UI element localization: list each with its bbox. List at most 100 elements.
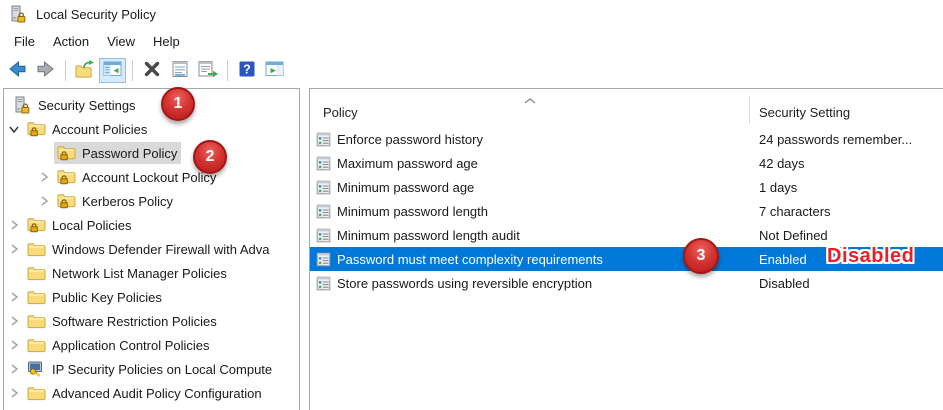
tree-item[interactable]: Security Settings <box>4 93 299 117</box>
list-rows: Enforce password history24 passwords rem… <box>310 127 943 295</box>
chevron-collapsed-icon[interactable] <box>8 339 20 351</box>
security-settings-icon <box>12 96 32 115</box>
policy-setting: Not Defined <box>749 228 828 243</box>
folder-icon <box>26 338 46 353</box>
policy-icon <box>316 252 331 267</box>
chevron-collapsed-icon[interactable] <box>8 291 20 303</box>
table-row[interactable]: Enforce password history24 passwords rem… <box>310 127 943 151</box>
policy-icon <box>316 132 331 147</box>
toolbar-separator <box>65 60 66 81</box>
folder-lock-icon <box>56 193 76 209</box>
action-pane-icon <box>264 59 285 81</box>
tree-item[interactable]: Local Policies <box>4 213 299 237</box>
tree-item[interactable]: Windows Defender Firewall with Adva <box>4 237 299 261</box>
policy-icon <box>316 156 331 171</box>
chevron-collapsed-icon[interactable] <box>8 315 20 327</box>
column-divider[interactable] <box>749 96 750 124</box>
export-list-button[interactable] <box>194 58 221 83</box>
export-button[interactable] <box>71 58 98 83</box>
tree-item-label: Local Policies <box>52 218 132 233</box>
menu-action[interactable]: Action <box>44 31 98 52</box>
tree-item[interactable]: Kerberos Policy <box>4 189 299 213</box>
policy-icon <box>316 276 331 291</box>
svg-text:?: ? <box>243 62 251 76</box>
app-icon <box>8 5 28 24</box>
console-tree-pane: Security Settings Account Policies Passwor… <box>3 88 300 410</box>
policy-name: Minimum password age <box>337 180 474 195</box>
annotation-overlay-text: Disabled <box>827 245 914 268</box>
folder-lock-icon <box>26 121 46 137</box>
show-action-pane-button[interactable] <box>261 58 288 83</box>
ipsec-icon <box>26 361 46 377</box>
chevron-collapsed-icon[interactable] <box>8 243 20 255</box>
window-title: Local Security Policy <box>36 7 156 22</box>
tree-item[interactable]: IP Security Policies on Local Compute <box>4 357 299 381</box>
tree-item[interactable]: Software Restriction Policies <box>4 309 299 333</box>
folder-icon <box>26 266 46 281</box>
folder-export-icon <box>74 59 96 82</box>
policy-icon <box>316 228 331 243</box>
chevron-collapsed-icon[interactable] <box>8 387 20 399</box>
menu-help[interactable]: Help <box>144 31 189 52</box>
policy-setting: 24 passwords remember... <box>749 132 912 147</box>
tree-item[interactable]: Password Policy <box>4 141 299 165</box>
forward-arrow-icon <box>35 59 56 82</box>
column-header-policy[interactable]: Policy <box>310 105 749 125</box>
tree-item[interactable]: Network List Manager Policies <box>4 261 299 285</box>
annotation-badge-2: 2 <box>193 140 227 174</box>
table-row[interactable]: Store passwords using reversible encrypt… <box>310 271 943 295</box>
tree-item-label: Software Restriction Policies <box>52 314 217 329</box>
policy-setting: 7 characters <box>749 204 831 219</box>
policy-name: Maximum password age <box>337 156 478 171</box>
chevron-collapsed-icon[interactable] <box>38 195 50 207</box>
chevron-expanded-icon[interactable] <box>8 123 20 135</box>
table-row[interactable]: Minimum password length7 characters <box>310 199 943 223</box>
tree-item-label: Account Lockout Policy <box>82 170 216 185</box>
menu-file[interactable]: File <box>5 31 44 52</box>
folder-lock-icon <box>26 217 46 233</box>
tree-item-label: Advanced Audit Policy Configuration <box>52 386 262 401</box>
tree-item[interactable]: Account Policies <box>4 117 299 141</box>
tree-item-label: Kerberos Policy <box>82 194 173 209</box>
chevron-collapsed-icon[interactable] <box>38 171 50 183</box>
sort-ascending-icon[interactable] <box>523 93 537 108</box>
export-list-icon <box>197 59 219 82</box>
annotation-badge-1: 1 <box>161 87 195 121</box>
table-row[interactable]: Maximum password age 42 days <box>310 151 943 175</box>
console-tree-icon <box>102 59 123 81</box>
menu-view[interactable]: View <box>98 31 144 52</box>
tree-item-label: Account Policies <box>52 122 147 137</box>
properties-button[interactable] <box>166 58 193 83</box>
show-console-tree-button[interactable] <box>99 58 126 83</box>
title-bar: Local Security Policy <box>0 0 943 28</box>
chevron-collapsed-icon[interactable] <box>8 363 20 375</box>
help-icon: ? <box>237 59 257 82</box>
folder-icon <box>26 290 46 305</box>
policy-name: Password must meet complexity requiremen… <box>337 252 603 267</box>
tree-item-label: Public Key Policies <box>52 290 162 305</box>
column-header-security-setting[interactable]: Security Setting <box>749 105 850 125</box>
back-button[interactable] <box>4 58 31 83</box>
table-row[interactable]: Minimum password length audit Not Defined <box>310 223 943 247</box>
tree-item-label: Network List Manager Policies <box>52 266 227 281</box>
toolbar: ? <box>0 54 943 86</box>
delete-button[interactable] <box>138 58 165 83</box>
help-button[interactable]: ? <box>233 58 260 83</box>
table-row[interactable]: Minimum password age1 days <box>310 175 943 199</box>
tree-item-label: Password Policy <box>82 146 177 161</box>
tree-item[interactable]: Account Lockout Policy <box>4 165 299 189</box>
tree-item-label: Security Settings <box>38 98 136 113</box>
list-header: Policy Security Setting <box>310 89 943 125</box>
policy-setting: 42 days <box>749 156 805 171</box>
tree-item[interactable]: Application Control Policies <box>4 333 299 357</box>
tree-item[interactable]: Public Key Policies <box>4 285 299 309</box>
back-arrow-icon <box>7 59 28 82</box>
annotation-badge-3: 3 <box>683 238 719 274</box>
policy-name: Minimum password length audit <box>337 228 520 243</box>
tree-item[interactable]: Advanced Audit Policy Configuration <box>4 381 299 405</box>
policy-icon <box>316 204 331 219</box>
folder-lock-icon <box>56 145 76 161</box>
forward-button[interactable] <box>32 58 59 83</box>
properties-icon <box>170 59 190 82</box>
chevron-collapsed-icon[interactable] <box>8 219 20 231</box>
